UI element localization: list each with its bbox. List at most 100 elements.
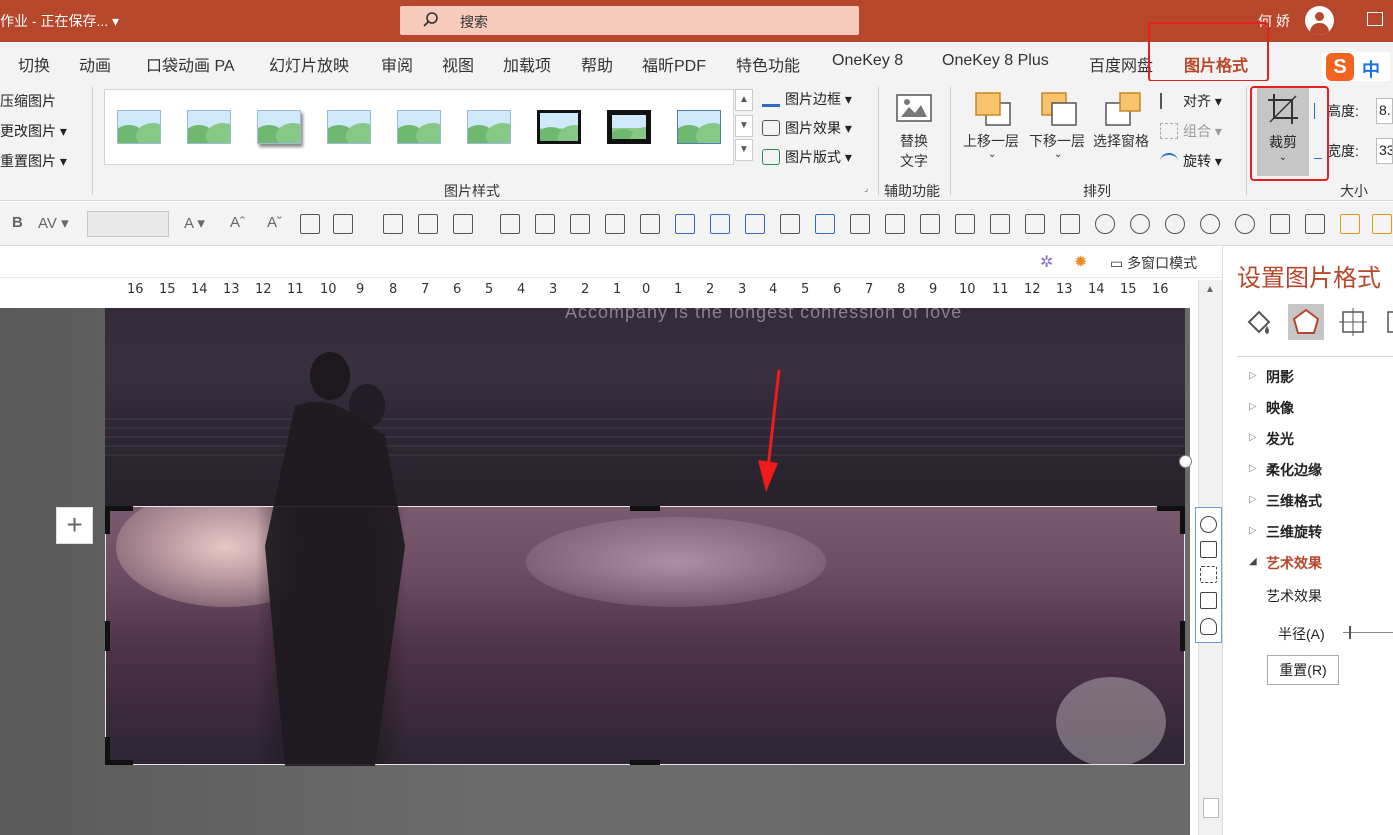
- tab-transitions[interactable]: 切换: [18, 52, 50, 76]
- artistic-effects-dropdown-label[interactable]: 艺术效果: [1266, 586, 1322, 606]
- send-backward-label[interactable]: 下移一层: [1029, 131, 1085, 151]
- crop-to-shape-icon[interactable]: [1270, 214, 1290, 234]
- send-backward-icon[interactable]: [1038, 89, 1080, 129]
- multi-window-mode-button[interactable]: ▭ 多窗口模式: [1110, 253, 1197, 273]
- document-title[interactable]: 作业 - 正在保存... ▾: [0, 11, 119, 31]
- section-reflection[interactable]: 映像: [1266, 398, 1294, 418]
- picture-style-8[interactable]: [603, 106, 655, 148]
- crop-handle-bottom-left[interactable]: [105, 737, 110, 765]
- tab-onekey8[interactable]: OneKey 8: [832, 52, 903, 70]
- tab-foxit-pdf[interactable]: 福昕PDF: [642, 52, 706, 76]
- gallery-more[interactable]: ▼: [735, 139, 753, 161]
- align-left-icon[interactable]: [383, 214, 403, 234]
- section-3d-rotation[interactable]: 三维旋转: [1266, 522, 1322, 542]
- collapse-triangle-icon[interactable]: ◢: [1249, 556, 1257, 567]
- intersect-shapes-icon[interactable]: [1235, 214, 1255, 234]
- bring-forward-icon[interactable]: [972, 89, 1014, 129]
- tab-review[interactable]: 审阅: [381, 52, 413, 76]
- chevron-down-icon[interactable]: ⌄: [1054, 149, 1062, 160]
- tab-slideshow[interactable]: 幻灯片放映: [269, 52, 349, 76]
- resize-icon[interactable]: [1200, 592, 1217, 609]
- settings-gear-icon[interactable]: ✹: [1074, 252, 1094, 272]
- align-top-icon[interactable]: [850, 214, 870, 234]
- table-icon[interactable]: [453, 214, 473, 234]
- add-button[interactable]: +: [56, 507, 93, 544]
- scroll-thumb[interactable]: [1203, 798, 1219, 818]
- expand-triangle-icon[interactable]: ▷: [1249, 432, 1257, 443]
- picture-style-1[interactable]: [113, 106, 165, 148]
- expand-triangle-icon[interactable]: ▷: [1249, 525, 1257, 536]
- section-shadow[interactable]: 阴影: [1266, 367, 1294, 387]
- ungroup-objects-icon[interactable]: [1372, 214, 1392, 234]
- crop-quick-icon[interactable]: [1200, 566, 1217, 583]
- tab-animations[interactable]: 动画: [79, 52, 111, 76]
- crop-handle-left[interactable]: [105, 621, 110, 651]
- picture-styles-icon[interactable]: [1200, 541, 1217, 558]
- crop-handle-top[interactable]: [630, 506, 660, 511]
- layout-options-icon[interactable]: [1200, 516, 1217, 533]
- distribute-horizontal-icon[interactable]: [990, 214, 1010, 234]
- height-input[interactable]: 8.: [1376, 98, 1393, 124]
- bring-forward-label[interactable]: 上移一层: [963, 131, 1019, 151]
- align-right-icon[interactable]: [418, 214, 438, 234]
- expand-triangle-icon[interactable]: ▷: [1249, 401, 1257, 412]
- picture-border-button[interactable]: 图片边框 ▾: [762, 89, 852, 109]
- picture-style-6[interactable]: [463, 106, 515, 148]
- rotate-button[interactable]: 旋转 ▾: [1160, 151, 1222, 171]
- scroll-up-icon[interactable]: ▲: [1205, 284, 1215, 295]
- character-spacing-icon[interactable]: AV ▾: [38, 214, 69, 234]
- avatar[interactable]: [1305, 6, 1334, 35]
- fragment-shapes-icon[interactable]: [1200, 214, 1220, 234]
- selection-pane-label[interactable]: 选择窗格: [1093, 131, 1149, 151]
- section-soft-edges[interactable]: 柔化边缘: [1266, 460, 1322, 480]
- chart-icon[interactable]: [815, 214, 835, 234]
- align-button[interactable]: 对齐 ▾: [1160, 91, 1222, 111]
- effects-pentagon-icon[interactable]: [1288, 304, 1324, 340]
- rotate-handle[interactable]: [1179, 455, 1192, 468]
- group-objects-icon[interactable]: [1340, 214, 1360, 234]
- fill-line-icon[interactable]: [1241, 304, 1277, 340]
- radius-slider[interactable]: [1343, 626, 1393, 639]
- crop-handle-right[interactable]: [1180, 621, 1185, 651]
- align-right-edge-icon[interactable]: [885, 214, 905, 234]
- group-button[interactable]: 组合 ▾: [1160, 121, 1222, 141]
- section-artistic-effects[interactable]: 艺术效果: [1266, 553, 1322, 573]
- picture-style-4[interactable]: [323, 106, 375, 148]
- tab-help[interactable]: 帮助: [581, 52, 613, 76]
- dialog-launcher-icon[interactable]: ⌟: [864, 183, 868, 194]
- ribbon-display-options-icon[interactable]: [1367, 12, 1383, 26]
- slider-knob[interactable]: [1349, 626, 1351, 639]
- align-middle-icon[interactable]: [1060, 214, 1080, 234]
- combine-shapes-icon[interactable]: [1165, 214, 1185, 234]
- tab-special-features[interactable]: 特色功能: [736, 52, 800, 76]
- increase-font-icon[interactable]: Aˆ: [230, 214, 245, 234]
- picture-style-2[interactable]: [183, 106, 235, 148]
- change-picture-button[interactable]: 更改图片 ▾: [0, 121, 67, 141]
- chevron-down-icon[interactable]: ⌄: [988, 149, 996, 160]
- alt-text-icon[interactable]: [895, 91, 935, 127]
- picture-style-7[interactable]: [533, 106, 585, 148]
- align-center-icon[interactable]: [300, 214, 320, 234]
- merge-shapes-icon[interactable]: [1095, 214, 1115, 234]
- reset-button[interactable]: 重置(R): [1267, 655, 1339, 685]
- ime-indicator[interactable]: S 中: [1322, 52, 1390, 82]
- textbox-bottom-icon[interactable]: [605, 214, 625, 234]
- textbox-top-icon[interactable]: [640, 214, 660, 234]
- crop-handle-top-left[interactable]: [105, 506, 110, 534]
- text-arrow-icon[interactable]: [710, 214, 730, 234]
- text-frame-icon[interactable]: [675, 214, 695, 234]
- picture-layout-button[interactable]: 图片版式 ▾: [762, 147, 852, 167]
- selection-pane-icon[interactable]: [1102, 89, 1144, 129]
- distribute-center-icon[interactable]: [955, 214, 975, 234]
- gallery-scroll-down[interactable]: ▼: [735, 115, 753, 137]
- gallery-scroll-up[interactable]: ▲: [735, 89, 753, 111]
- edit-shape-icon[interactable]: [500, 214, 520, 234]
- heart-icon[interactable]: [1200, 618, 1217, 635]
- tab-view[interactable]: 视图: [442, 52, 474, 76]
- crop-handle-bottom[interactable]: [630, 760, 660, 765]
- line-spacing-icon[interactable]: [333, 214, 353, 234]
- picture-icon[interactable]: [1382, 304, 1393, 340]
- align-left-edge-icon[interactable]: [920, 214, 940, 234]
- distribute-vertical-icon[interactable]: [1025, 214, 1045, 234]
- font-color-icon[interactable]: A ▾: [184, 214, 205, 234]
